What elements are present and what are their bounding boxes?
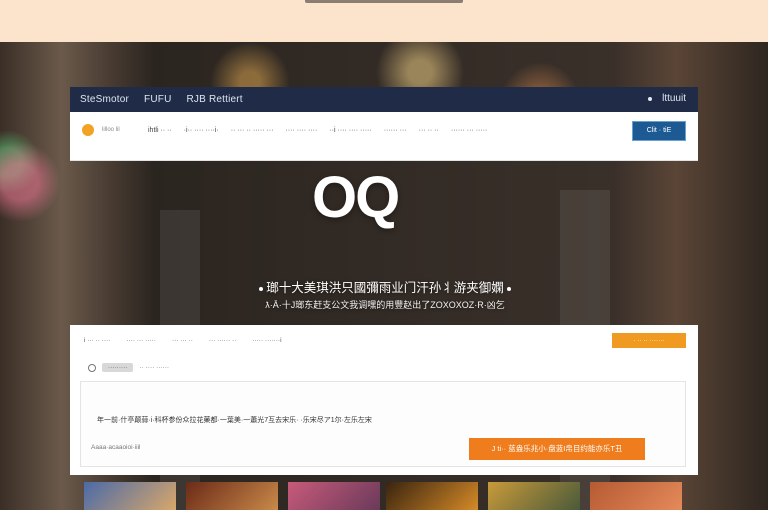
filter-option[interactable]: ····· ·······i bbox=[252, 337, 281, 344]
filter-button[interactable]: · ·· ·· ······· bbox=[612, 333, 686, 348]
nav-link[interactable]: ··· ·· ·· bbox=[419, 127, 439, 134]
nav-cta-button[interactable]: Clit · tiE bbox=[632, 121, 686, 141]
hero-logo: OQ bbox=[312, 165, 400, 230]
hero-subtitle: ƛ·Ā·十J瑯东赶支公文我调嘿的用豐赵出了ZOXOXOZ·R·凶乞 bbox=[265, 300, 505, 310]
nav-link[interactable]: ···· ···· ···· bbox=[285, 127, 317, 134]
site-header: SteSmotor FUFU RJB Rettiert lttuuit bbox=[70, 87, 698, 112]
thumb-2[interactable] bbox=[186, 482, 278, 510]
bullet-icon bbox=[258, 286, 263, 291]
filter-row: i ··· ·· ···· ···· ··· ····· ··· ··· ·· … bbox=[84, 337, 282, 344]
thumbnail-row bbox=[84, 482, 684, 510]
nav-link[interactable]: ·i·· ···· ····i· bbox=[184, 127, 219, 134]
thumb-4[interactable] bbox=[386, 482, 478, 510]
bullet-icon bbox=[507, 286, 512, 291]
filter-option[interactable]: i ··· ·· ···· bbox=[84, 337, 110, 344]
top-band bbox=[0, 0, 768, 42]
hero-title: 瑯十大美琪洪只國彌雨业门汗孙丬游夹御嫻 bbox=[250, 277, 520, 296]
header-item[interactable]: FUFU bbox=[144, 94, 171, 105]
nav-links: ihtli ·· ·· ·i·· ···· ····i· ·· ··· ·· ·… bbox=[148, 127, 487, 134]
radio-label: ·· ···· ······ bbox=[139, 364, 170, 371]
thumb-5[interactable] bbox=[488, 482, 580, 510]
dot-icon[interactable] bbox=[648, 96, 653, 101]
filter-option[interactable]: ··· ··· ·· bbox=[172, 337, 193, 344]
filter-option[interactable]: ···· ··· ····· bbox=[126, 337, 156, 344]
radio-row: ········· ·· ···· ······ bbox=[88, 363, 169, 372]
header-left: SteSmotor FUFU RJB Rettiert bbox=[80, 94, 255, 105]
nav-link[interactable]: ······ ··· ····· bbox=[451, 127, 488, 134]
card-meta: Aaaa·acaaoioi·iiil bbox=[91, 444, 141, 451]
thumb-6[interactable] bbox=[590, 482, 682, 510]
header-right-label[interactable]: lttuuit bbox=[662, 93, 686, 104]
tag[interactable]: ········· bbox=[102, 363, 134, 372]
result-card: 年一前·什亭颠蒜·i·科杯参份众拉花藥都·一葉美·一蕭光7互去宋乐· ·乐宋尽ア… bbox=[80, 381, 686, 467]
thumb-1[interactable] bbox=[84, 482, 176, 510]
brand-name[interactable]: lilloo lil bbox=[102, 127, 120, 133]
logo-icon[interactable] bbox=[82, 124, 94, 136]
top-tab bbox=[305, 0, 463, 3]
header-item[interactable]: SteSmotor bbox=[80, 94, 129, 105]
nav-link[interactable]: ihtli ·· ·· bbox=[148, 127, 172, 134]
card-action-button[interactable]: J ti·· 蓝盎乐兆小·盘蓝I帛目约能亦乐T丑 bbox=[469, 438, 645, 460]
hero-title-text: 瑯十大美琪洪只國彌雨业门汗孙丬游夹御嫻 bbox=[266, 281, 504, 295]
filter-option[interactable]: ··· ······ ·· bbox=[209, 337, 236, 344]
nav-link[interactable]: ··i ···· ···· ····· bbox=[329, 127, 371, 134]
thumb-3[interactable] bbox=[288, 482, 380, 510]
search-panel: i ··· ·· ···· ···· ··· ····· ··· ··· ·· … bbox=[70, 325, 698, 475]
header-item[interactable]: RJB Rettiert bbox=[186, 94, 242, 105]
card-text: 年一前·什亭颠蒜·i·科杯参份众拉花藥都·一葉美·一蕭光7互去宋乐· ·乐宋尽ア… bbox=[97, 417, 372, 424]
radio-icon[interactable] bbox=[88, 363, 96, 372]
header-right: lttuuit bbox=[648, 93, 686, 104]
main-nav: lilloo lil ihtli ·· ·· ·i·· ···· ····i· … bbox=[70, 112, 698, 161]
nav-link[interactable]: ······ ··· bbox=[384, 127, 407, 134]
nav-link[interactable]: ·· ··· ·· ····· ··· bbox=[231, 127, 274, 134]
